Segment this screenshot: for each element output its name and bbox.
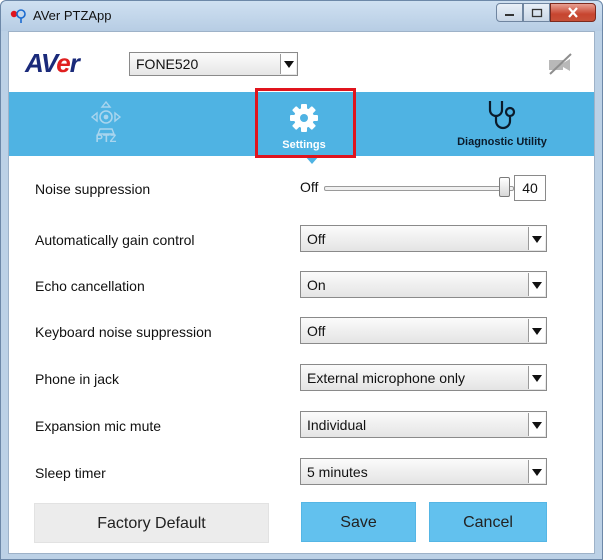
factory-default-button[interactable]: Factory Default: [34, 503, 269, 543]
echo-cancellation-dropdown[interactable]: On: [300, 271, 547, 298]
app-window: AVer PTZApp AVer FONE520 PTZ Settings Di…: [0, 0, 603, 560]
chevron-down-icon[interactable]: [528, 366, 545, 389]
slider-min-label: Off: [300, 179, 319, 195]
echo-cancellation-label: Echo cancellation: [35, 278, 145, 294]
close-icon: [568, 7, 578, 18]
stethoscope-icon: [488, 101, 516, 130]
keyboard-noise-dropdown[interactable]: Off: [300, 317, 547, 344]
sleep-timer-label: Sleep timer: [35, 465, 106, 481]
chevron-down-icon[interactable]: [528, 460, 545, 483]
keyboard-noise-value: Off: [307, 323, 326, 339]
title-bar: AVer PTZApp: [1, 1, 602, 31]
window-controls: [496, 3, 596, 22]
phone-jack-dropdown[interactable]: External microphone only: [300, 364, 547, 391]
noise-suppression-value-field[interactable]: 40: [514, 175, 546, 201]
cancel-button[interactable]: Cancel: [429, 502, 547, 542]
settings-tab-highlight: [255, 88, 356, 158]
sleep-timer-dropdown[interactable]: 5 minutes: [300, 458, 547, 485]
minimize-button[interactable]: [496, 3, 523, 22]
chevron-down-icon[interactable]: [528, 273, 545, 296]
phone-jack-value: External microphone only: [307, 370, 465, 386]
noise-suppression-label: Noise suppression: [35, 181, 151, 197]
tab-ptz[interactable]: PTZ: [76, 92, 136, 156]
chevron-down-icon[interactable]: [528, 319, 545, 342]
tab-diagnostic-utility[interactable]: Diagnostic Utility: [427, 92, 577, 156]
chevron-down-icon[interactable]: [280, 54, 296, 74]
tab-diagnostic-label: Diagnostic Utility: [457, 136, 547, 148]
window-title: AVer PTZApp: [33, 8, 112, 23]
app-icon: [10, 9, 26, 23]
aver-logo: AVer: [25, 48, 80, 78]
agc-label: Automatically gain control: [35, 232, 195, 248]
chevron-down-icon[interactable]: [528, 413, 545, 436]
noise-suppression-slider-thumb[interactable]: [499, 177, 510, 197]
minimize-icon: [504, 13, 514, 16]
device-select[interactable]: FONE520: [129, 52, 298, 76]
chevron-down-icon[interactable]: [528, 227, 545, 250]
maximize-icon: [531, 8, 542, 17]
maximize-button[interactable]: [523, 3, 550, 22]
agc-value: Off: [307, 231, 326, 247]
camera-muted-icon[interactable]: [543, 52, 577, 76]
expansion-mic-label: Expansion mic mute: [35, 418, 162, 434]
agc-dropdown[interactable]: Off: [300, 225, 547, 252]
noise-suppression-slider-track[interactable]: [324, 186, 514, 191]
echo-cancellation-value: On: [307, 277, 326, 293]
top-bar: AVer FONE520: [9, 32, 594, 92]
expansion-mic-dropdown[interactable]: Individual: [300, 411, 547, 438]
keyboard-noise-label: Keyboard noise suppression: [35, 324, 212, 340]
save-button[interactable]: Save: [301, 502, 416, 542]
phone-jack-label: Phone in jack: [35, 371, 120, 387]
sleep-timer-value: 5 minutes: [307, 464, 368, 480]
expansion-mic-value: Individual: [307, 417, 367, 433]
close-button[interactable]: [550, 3, 596, 22]
device-select-value: FONE520: [136, 56, 199, 72]
